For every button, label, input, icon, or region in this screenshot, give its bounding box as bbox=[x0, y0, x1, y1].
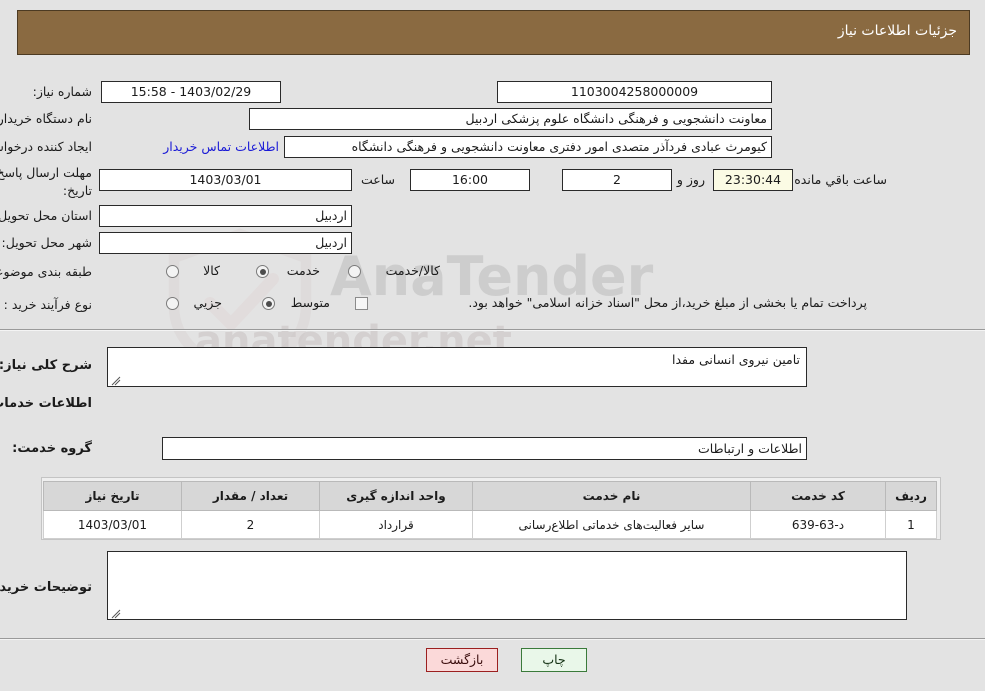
label-days: روز و bbox=[676, 172, 705, 187]
back-button[interactable]: بازگشت bbox=[426, 648, 498, 672]
table-row[interactable]: 1 د-63-639 سایر فعالیت‌های خدماتی اطلاع‌… bbox=[43, 510, 937, 539]
window-title-bar: جزئیات اطلاعات نیاز bbox=[17, 10, 970, 55]
field-deadline-days[interactable]: 2 bbox=[562, 169, 672, 191]
cell-quantity: 2 bbox=[181, 510, 320, 539]
label-request-creator: ایجاد کننده درخواست: bbox=[0, 139, 92, 154]
label-delivery-city: شهر محل تحویل: bbox=[1, 235, 92, 250]
services-table-container: ردیف کد خدمت نام خدمت واحد اندازه گیری ت… bbox=[41, 477, 941, 540]
field-delivery-province[interactable]: اردبیل bbox=[99, 205, 352, 227]
divider-top-panel bbox=[0, 329, 985, 331]
field-deadline-date[interactable]: 1403/03/01 bbox=[99, 169, 352, 191]
textarea-buyer-notes[interactable] bbox=[107, 551, 907, 620]
label-deadline-hour: ساعت bbox=[360, 172, 395, 187]
cell-service-code: د-63-639 bbox=[750, 510, 886, 539]
label-buyer-org: نام دستگاه خریدار: bbox=[0, 111, 92, 126]
print-button[interactable]: چاپ bbox=[521, 648, 587, 672]
col-unit: واحد اندازه گیری bbox=[319, 481, 473, 511]
cell-service-name: سایر فعالیت‌های خدماتی اطلاع‌رسانی bbox=[472, 510, 751, 539]
section-title-services: اطلاعات خدمات مورد نیاز bbox=[0, 396, 92, 411]
label-countdown: ساعت باقي مانده bbox=[794, 172, 887, 187]
label-delivery-province: استان محل تحویل: bbox=[0, 208, 92, 223]
label-islamic-treasury: پرداخت تمام یا بخشی از مبلغ خرید،از محل … bbox=[468, 295, 867, 310]
textarea-general-need[interactable] bbox=[107, 347, 807, 387]
field-countdown-timer: 23:30:44 bbox=[713, 169, 793, 191]
cell-row-no: 1 bbox=[885, 510, 937, 539]
radio-label-category-khedmat: خدمت bbox=[286, 263, 320, 278]
radio-label-category-kala-khedmat: کالا/خدمت bbox=[385, 263, 440, 278]
label-subject-category: طبقه بندی موضوعی: bbox=[0, 264, 92, 279]
page-title: جزئیات اطلاعات نیاز bbox=[837, 23, 957, 39]
radio-category-kala-khedmat[interactable] bbox=[348, 265, 361, 278]
field-delivery-city[interactable]: اردبیل bbox=[99, 232, 352, 254]
radio-category-kala[interactable] bbox=[166, 265, 179, 278]
radio-process-jozee[interactable] bbox=[166, 297, 179, 310]
checkbox-islamic-treasury[interactable] bbox=[355, 297, 368, 310]
divider-footer bbox=[0, 638, 985, 640]
col-quantity: تعداد / مقدار bbox=[181, 481, 320, 511]
label-general-need: شرح کلی نیاز: bbox=[0, 358, 92, 373]
col-service-code: کد خدمت bbox=[750, 481, 886, 511]
label-service-group: گروه خدمت: bbox=[12, 441, 92, 456]
field-buyer-org[interactable]: معاونت دانشجویی و فرهنگی دانشگاه علوم پز… bbox=[249, 108, 772, 130]
radio-label-process-motevasset: متوسط bbox=[290, 295, 330, 310]
label-buyer-notes: توضیحات خریدار: bbox=[0, 580, 92, 595]
field-request-creator[interactable]: کیومرث عبادی فردآذر متصدی امور دفتری معا… bbox=[284, 136, 772, 158]
label-deadline-line2: تاریخ: bbox=[62, 183, 92, 198]
services-table: ردیف کد خدمت نام خدمت واحد اندازه گیری ت… bbox=[43, 481, 937, 539]
cell-unit: قرارداد bbox=[319, 510, 473, 539]
page-root: AnaTender anatender.net جزئیات اطلاعات ن… bbox=[0, 0, 985, 691]
radio-label-process-jozee: جزیي bbox=[193, 295, 222, 310]
field-need-number[interactable]: 1103004258000009 bbox=[497, 81, 772, 103]
field-service-group[interactable]: اطلاعات و ارتباطات bbox=[162, 437, 807, 460]
label-need-number: شماره نیاز: bbox=[32, 84, 92, 99]
col-service-name: نام خدمت bbox=[472, 481, 751, 511]
field-announce-datetime[interactable]: 1403/02/29 - 15:58 bbox=[101, 81, 281, 103]
buyer-contact-link[interactable]: اطلاعات تماس خریدار bbox=[163, 139, 279, 154]
label-deadline-line1: مهلت ارسال پاسخ: تا bbox=[0, 165, 92, 180]
table-header-row: ردیف کد خدمت نام خدمت واحد اندازه گیری ت… bbox=[43, 481, 937, 511]
radio-category-khedmat[interactable] bbox=[256, 265, 269, 278]
label-process-type: نوع فرآیند خرید : bbox=[3, 297, 92, 312]
radio-label-category-kala: کالا bbox=[203, 263, 220, 278]
field-deadline-time[interactable]: 16:00 bbox=[410, 169, 530, 191]
col-need-date: تاریخ نیاز bbox=[43, 481, 182, 511]
cell-need-date: 1403/03/01 bbox=[43, 510, 182, 539]
col-row-no: ردیف bbox=[885, 481, 937, 511]
radio-process-motevasset[interactable] bbox=[262, 297, 275, 310]
